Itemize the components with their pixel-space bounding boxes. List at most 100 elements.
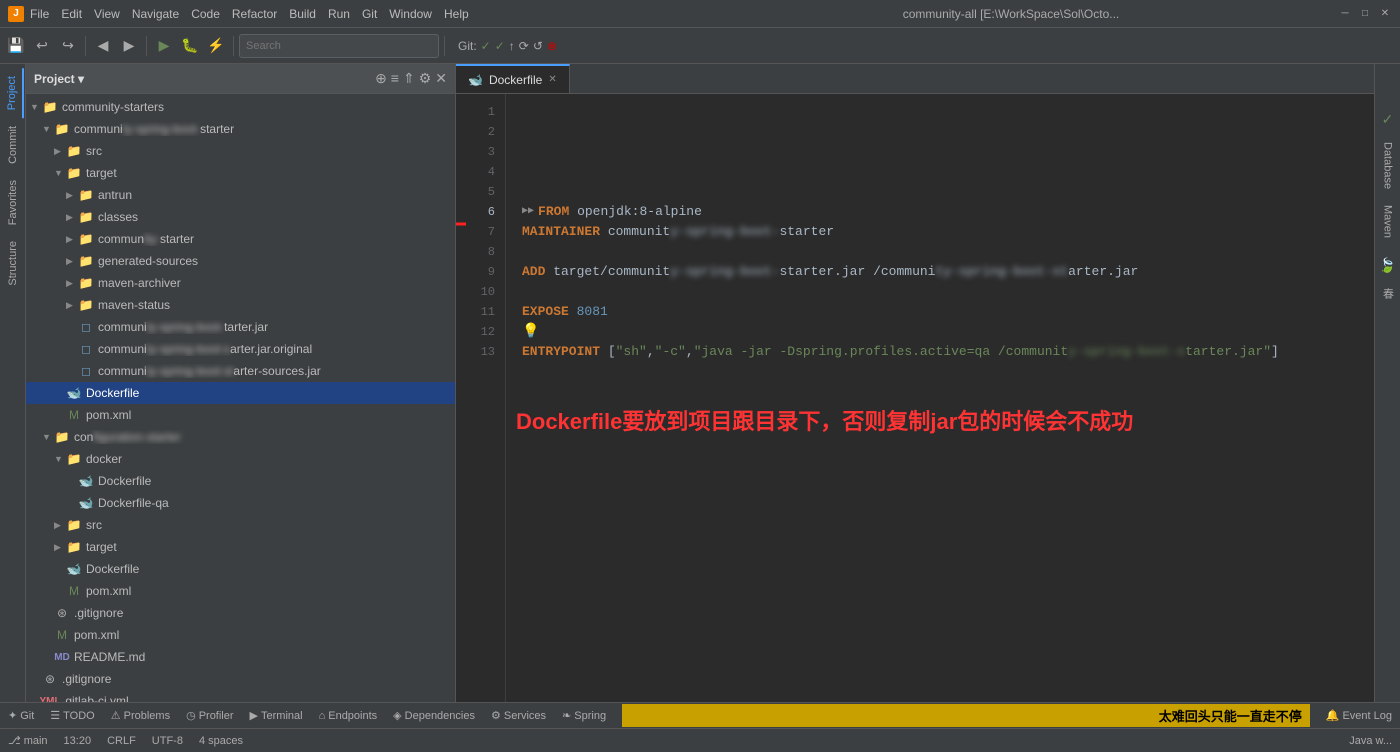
tab-close-button[interactable]: ✕ (548, 74, 556, 85)
tree-item-maven-status[interactable]: ▶ 📁 maven-status (26, 294, 455, 316)
profile-button[interactable]: ⚡ (204, 34, 228, 58)
tree-item-gitignore1[interactable]: ⊛ .gitignore (26, 602, 455, 624)
sidebar-tab-commit[interactable]: Commit (3, 118, 23, 172)
bottom-git[interactable]: ✦ Git (8, 709, 34, 722)
checkmark-icon[interactable]: ✓ (1377, 108, 1399, 130)
debug-button[interactable]: 🐛 (178, 34, 202, 58)
tree-item-src[interactable]: ▶ 📁 src (26, 140, 455, 162)
menu-item-refactor[interactable]: Refactor (232, 7, 277, 21)
project-panel-actions[interactable]: ⊕ ≡ ⇑ ⚙ ✕ (375, 70, 447, 87)
forward-button[interactable]: ▶ (117, 34, 141, 58)
bottom-problems[interactable]: ⚠ Problems (111, 709, 170, 722)
tree-item-src2[interactable]: ▶ 📁 src (26, 514, 455, 536)
git-update-icon[interactable]: ↑ (509, 39, 515, 53)
sidebar-tab-favorites[interactable]: Favorites (3, 172, 23, 233)
menu-item-build[interactable]: Build (289, 7, 316, 21)
tree-item-community-starters[interactable]: ▼ 📁 community-starters (26, 96, 455, 118)
tree-item-maven-archiver[interactable]: ▶ 📁 maven-archiver (26, 272, 455, 294)
redo-button[interactable]: ↪ (56, 34, 80, 58)
code-editor[interactable]: ▶▶ FROM openjdk:8-alpine MAINTAINER comm… (506, 94, 1374, 702)
locate-icon[interactable]: ⊕ (375, 70, 387, 87)
indent-status[interactable]: 4 spaces (199, 735, 243, 747)
menu-item-git[interactable]: Git (362, 7, 377, 21)
tree-item-classes[interactable]: ▶ 📁 classes (26, 206, 455, 228)
window-controls[interactable]: ─ □ ✕ (1338, 7, 1392, 21)
problems-icon: ⚠ (111, 709, 121, 722)
toolbar-separator-3 (233, 36, 234, 56)
status-bar: ⎇ main 13:20 CRLF UTF-8 4 spaces Java w.… (0, 728, 1400, 752)
menu-bar[interactable]: File Edit View Navigate Code Refactor Build Run… (30, 7, 684, 21)
bottom-event-log[interactable]: 🔔 Event Log (1326, 709, 1392, 722)
close-panel-icon[interactable]: ✕ (435, 70, 447, 87)
collapse-icon[interactable]: ≡ (391, 70, 399, 87)
search-input[interactable] (239, 34, 439, 58)
tree-item-jar2[interactable]: ◻ community-spring-boot-sarter.jar.origi… (26, 338, 455, 360)
tree-item-pom3[interactable]: M pom.xml (26, 624, 455, 646)
tree-item-dockerfile1[interactable]: 🐋 Dockerfile (26, 382, 455, 404)
crlf-status[interactable]: CRLF (107, 735, 136, 747)
maximize-button[interactable]: □ (1358, 7, 1372, 21)
menu-item-code[interactable]: Code (191, 7, 220, 21)
services-icon: ⚙ (491, 709, 501, 722)
bottom-todo[interactable]: ☰ TODO (50, 709, 94, 722)
tree-item-communi-starter[interactable]: ▼ 📁 community-spring-boot-starter (26, 118, 455, 140)
back-button[interactable]: ◀ (91, 34, 115, 58)
menu-item-run[interactable]: Run (328, 7, 350, 21)
tree-item-dockerfile-qa[interactable]: 🐋 Dockerfile-qa (26, 492, 455, 514)
sidebar-tab-maven[interactable]: Maven (1378, 197, 1398, 246)
undo-button[interactable]: ↩ (30, 34, 54, 58)
tree-item-gitlab[interactable]: YML .gitlab-ci.yml (26, 690, 455, 702)
bottom-endpoints[interactable]: ⌂ Endpoints (319, 710, 378, 722)
sidebar-tab-chinese[interactable]: 春 (1376, 280, 1400, 307)
tree-item-antrun[interactable]: ▶ 📁 antrun (26, 184, 455, 206)
git-check-icon[interactable]: ✓ (481, 39, 491, 53)
lang-value: Java w... (1349, 735, 1392, 747)
save-button[interactable]: 💾 (4, 34, 28, 58)
menu-item-help[interactable]: Help (444, 7, 469, 21)
expand-icon[interactable]: ⇑ (403, 70, 415, 87)
tree-item-docker-folder[interactable]: ▼ 📁 docker (26, 448, 455, 470)
tree-item-gitignore2[interactable]: ⊛ .gitignore (26, 668, 455, 690)
tree-item-pom2[interactable]: M pom.xml (26, 580, 455, 602)
close-button[interactable]: ✕ (1378, 7, 1392, 21)
left-sidebar-tabs: Project Commit Favorites Structure (0, 64, 26, 702)
tree-item-pom1[interactable]: M pom.xml (26, 404, 455, 426)
sidebar-tab-project[interactable]: Project (2, 68, 24, 118)
tree-item-readme[interactable]: MD README.md (26, 646, 455, 668)
run-button[interactable]: ▶ (152, 34, 176, 58)
git-push-icon[interactable]: ✓ (495, 39, 505, 53)
tree-item-commun-target[interactable]: ▶ 📁 community-starter (26, 228, 455, 250)
git-status[interactable]: ⎇ main (8, 734, 48, 747)
menu-item-file[interactable]: File (30, 7, 49, 21)
sidebar-tab-database[interactable]: Database (1378, 134, 1398, 197)
encoding-status[interactable]: UTF-8 (152, 735, 183, 747)
settings-icon[interactable]: ⚙ (419, 70, 432, 87)
tree-item-target2[interactable]: ▶ 📁 target (26, 536, 455, 558)
dependencies-label: Dependencies (405, 710, 475, 722)
menu-item-navigate[interactable]: Navigate (132, 7, 179, 21)
bottom-spring[interactable]: ❧ Spring (562, 709, 606, 722)
tree-item-con-folder[interactable]: ▼ 📁 configuration-starter (26, 426, 455, 448)
tree-item-jar1[interactable]: ◻ community-spring-boot-tarter.jar (26, 316, 455, 338)
git-area: Git: ✓ ✓ ↑ ⟳ ↺ ⊗ (458, 39, 557, 53)
tab-dockerfile[interactable]: 🐋 Dockerfile ✕ (456, 64, 570, 93)
bottom-services[interactable]: ⚙ Services (491, 709, 546, 722)
menu-item-view[interactable]: View (94, 7, 120, 21)
bottom-profiler[interactable]: ◷ Profiler (186, 709, 233, 722)
sidebar-tab-spring-icon[interactable]: 🍃 (1377, 254, 1399, 276)
tree-item-jar3[interactable]: ◻ community-spring-boot-starter-sources.… (26, 360, 455, 382)
menu-item-window[interactable]: Window (389, 7, 432, 21)
bottom-terminal[interactable]: ▶ Terminal (250, 709, 303, 722)
git-revert-icon[interactable]: ↺ (533, 39, 543, 53)
tree-item-generated-sources[interactable]: ▶ 📁 generated-sources (26, 250, 455, 272)
lang-status[interactable]: Java w... (1349, 735, 1392, 747)
tree-item-dockerfile3[interactable]: 🐋 Dockerfile (26, 558, 455, 580)
bottom-dependencies[interactable]: ◈ Dependencies (393, 709, 475, 722)
line-numbers: 1 2 3 4 5 6 7 8 9 10 11 12 13 (456, 94, 506, 702)
git-history-icon[interactable]: ⟳ (519, 39, 529, 53)
sidebar-tab-structure[interactable]: Structure (3, 233, 23, 294)
minimize-button[interactable]: ─ (1338, 7, 1352, 21)
tree-item-target[interactable]: ▼ 📁 target (26, 162, 455, 184)
tree-item-dockerfile2[interactable]: 🐋 Dockerfile (26, 470, 455, 492)
menu-item-edit[interactable]: Edit (61, 7, 82, 21)
